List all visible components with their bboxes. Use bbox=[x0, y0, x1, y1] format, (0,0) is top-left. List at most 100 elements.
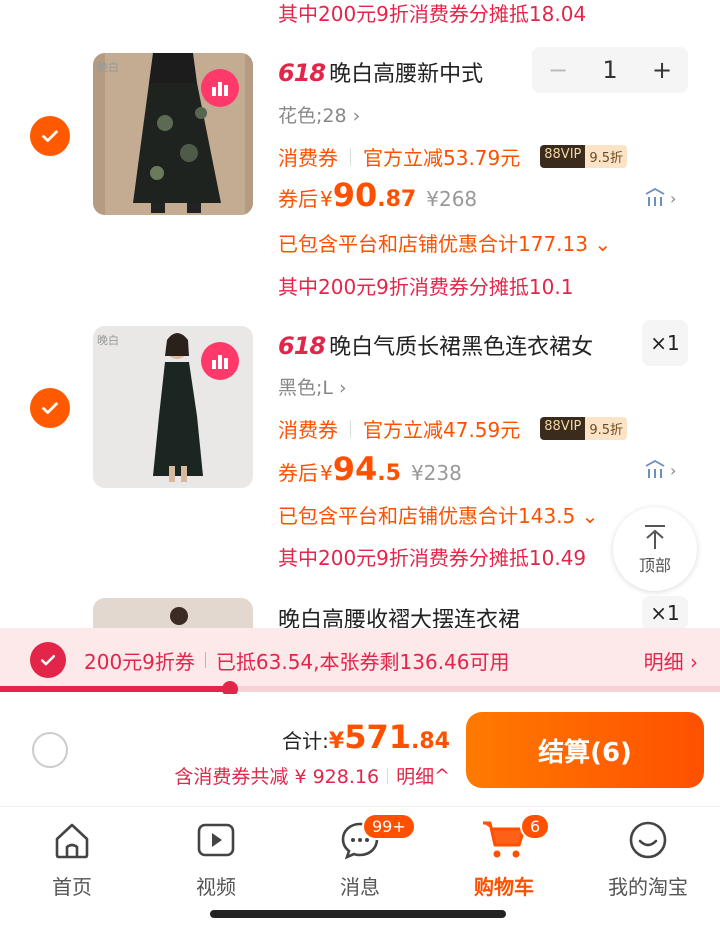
select-all-checkbox[interactable] bbox=[32, 732, 68, 768]
currency-symbol: ¥ bbox=[328, 729, 345, 754]
chevron-down-icon: ⌄ bbox=[594, 232, 612, 256]
progress-fill bbox=[0, 686, 231, 692]
product-image[interactable] bbox=[93, 598, 253, 628]
savings-summary[interactable]: 含消费券共减 ¥ 928.16 明细 ^ bbox=[174, 762, 450, 789]
quantity-badge[interactable]: ×1 bbox=[642, 320, 688, 366]
coupon-status: 已抵63.54,本张券剩136.46可用 bbox=[215, 649, 510, 674]
vip-badge: 88VIP 9.5折 bbox=[540, 145, 628, 168]
coupon-row: 消费券 官方立减47.59元 88VIP 9.5折 bbox=[278, 414, 628, 443]
vip-badge: 88VIP 9.5折 bbox=[540, 417, 628, 440]
tab-cart[interactable]: 购物车 6 bbox=[444, 813, 564, 900]
coupon-name: 200元9折券 bbox=[84, 649, 195, 674]
minus-icon[interactable]: − bbox=[532, 56, 584, 84]
tab-messages[interactable]: 消息 99+ bbox=[300, 813, 420, 900]
price-label: 券后 bbox=[278, 461, 318, 485]
price-label: 券后 bbox=[278, 187, 318, 211]
price-history-icon[interactable]: › bbox=[644, 458, 686, 482]
brand-watermark: 晚白 bbox=[97, 61, 119, 74]
original-price: ¥238 bbox=[410, 461, 462, 485]
back-to-top-label: 顶部 bbox=[638, 556, 671, 575]
coupon-tag: 消费券 bbox=[278, 146, 338, 170]
tab-label: 消息 bbox=[340, 875, 380, 899]
tab-label: 我的淘宝 bbox=[608, 875, 688, 899]
divider bbox=[387, 767, 389, 784]
price-history-icon[interactable]: › bbox=[644, 186, 686, 210]
quantity-stepper[interactable]: − 1 + bbox=[532, 47, 688, 93]
sku-text: 黑色;L bbox=[278, 377, 333, 399]
plus-icon[interactable]: + bbox=[636, 56, 688, 84]
total-decimal: .84 bbox=[411, 729, 450, 754]
tab-home[interactable]: 首页 bbox=[12, 817, 132, 900]
price-integer: 94 bbox=[332, 450, 378, 488]
price-decimal: .5 bbox=[377, 461, 401, 486]
discount-total-text: 已包含平台和店铺优惠合计143.5 bbox=[278, 504, 576, 528]
original-price: ¥268 bbox=[426, 187, 478, 211]
price-integer: 90 bbox=[332, 176, 378, 214]
savings-detail: 明细 bbox=[396, 766, 435, 788]
similar-items-icon[interactable] bbox=[201, 69, 239, 107]
promo-618-tag: 618 bbox=[278, 59, 326, 87]
tab-video[interactable]: 视频 bbox=[156, 817, 276, 900]
tab-label: 视频 bbox=[196, 875, 236, 899]
price-decimal: .87 bbox=[377, 187, 417, 212]
checkmark-icon bbox=[40, 655, 56, 666]
coupon-tag: 消费券 bbox=[278, 418, 338, 442]
item-checkbox[interactable] bbox=[30, 388, 70, 428]
total-label: 合计: bbox=[282, 729, 329, 753]
sku-selector[interactable]: 黑色;L › bbox=[278, 373, 347, 400]
cart-badge: 6 bbox=[520, 813, 551, 840]
discount-summary[interactable]: 已包含平台和店铺优惠合计143.5 ⌄ bbox=[278, 500, 598, 529]
chevron-down-icon: ⌄ bbox=[581, 504, 599, 528]
official-discount: 官方立减47.59元 bbox=[363, 418, 521, 442]
product-title-text: 晚白高腰新中式 bbox=[329, 62, 484, 87]
chevron-right-icon: › bbox=[339, 377, 347, 399]
back-to-top-button[interactable]: 顶部 bbox=[613, 507, 697, 591]
similar-items-icon[interactable] bbox=[201, 342, 239, 380]
quantity-value[interactable]: 1 bbox=[584, 56, 636, 84]
product-image[interactable]: 晚白 bbox=[93, 326, 253, 488]
vip-label: 88VIP bbox=[540, 145, 586, 168]
home-indicator bbox=[210, 910, 506, 918]
product-title[interactable]: 618 晚白高腰新中式 bbox=[278, 56, 483, 88]
sku-selector[interactable]: 花色;28 › bbox=[278, 101, 360, 128]
tab-label: 购物车 bbox=[474, 875, 534, 899]
divider bbox=[350, 147, 351, 166]
quantity-badge[interactable]: ×1 bbox=[642, 596, 688, 630]
sku-text: 花色;28 bbox=[278, 105, 347, 127]
brand-watermark: 晚白 bbox=[97, 334, 119, 347]
official-discount: 官方立减53.79元 bbox=[363, 146, 521, 170]
total-price: 合计: ¥ 571 .84 bbox=[282, 718, 450, 756]
currency-symbol: ¥ bbox=[320, 187, 333, 211]
chevron-up-icon: ^ bbox=[434, 764, 450, 787]
coupon-detail-label: 明细 bbox=[643, 649, 684, 674]
savings-text: 含消费券共减 ¥ 928.16 bbox=[174, 766, 380, 788]
coupon-bar[interactable]: 200元9折券 已抵63.54,本张券剩136.46可用 明细 › bbox=[0, 628, 720, 692]
coupon-row: 消费券 官方立减53.79元 88VIP 9.5折 bbox=[278, 142, 628, 171]
coupon-progress-bar bbox=[0, 681, 720, 697]
coupon-share-text: 其中200元9折消费券分摊抵10.1 bbox=[278, 275, 574, 299]
checkout-summary: 合计: ¥ 571 .84 含消费券共减 ¥ 928.16 明细 ^ 结算(6) bbox=[0, 694, 720, 806]
video-icon bbox=[193, 817, 239, 863]
divider bbox=[350, 419, 351, 438]
discount-summary[interactable]: 已包含平台和店铺优惠合计177.13 ⌄ bbox=[278, 228, 611, 257]
message-badge: 99+ bbox=[362, 813, 416, 840]
tab-label: 首页 bbox=[52, 875, 92, 899]
product-photo bbox=[93, 598, 253, 628]
tab-my-taobao[interactable]: 我的淘宝 bbox=[588, 817, 708, 900]
divider bbox=[204, 652, 206, 668]
coupon-checkbox[interactable] bbox=[30, 642, 66, 678]
coupon-share-text: 其中200元9折消费券分摊抵10.49 bbox=[278, 546, 587, 570]
checkout-button[interactable]: 结算(6) bbox=[466, 712, 704, 788]
product-title[interactable]: 618 晚白气质长裙黑色连衣裙女 bbox=[278, 329, 593, 361]
product-title-text: 晚白气质长裙黑色连衣裙女 bbox=[329, 335, 594, 360]
price-share-text: 其中200元9折消费券分摊抵18.04 bbox=[278, 2, 587, 26]
total-integer: 571 bbox=[344, 718, 412, 756]
item-checkbox[interactable] bbox=[30, 116, 70, 156]
vip-discount: 9.5折 bbox=[585, 417, 628, 440]
arrow-up-icon bbox=[645, 525, 665, 549]
coupon-detail-link[interactable]: 明细 › bbox=[644, 646, 698, 675]
product-image[interactable]: 晚白 bbox=[93, 53, 253, 215]
checkmark-icon bbox=[42, 402, 58, 414]
promo-618-tag: 618 bbox=[278, 332, 326, 360]
chevron-right-icon: › bbox=[352, 105, 361, 127]
